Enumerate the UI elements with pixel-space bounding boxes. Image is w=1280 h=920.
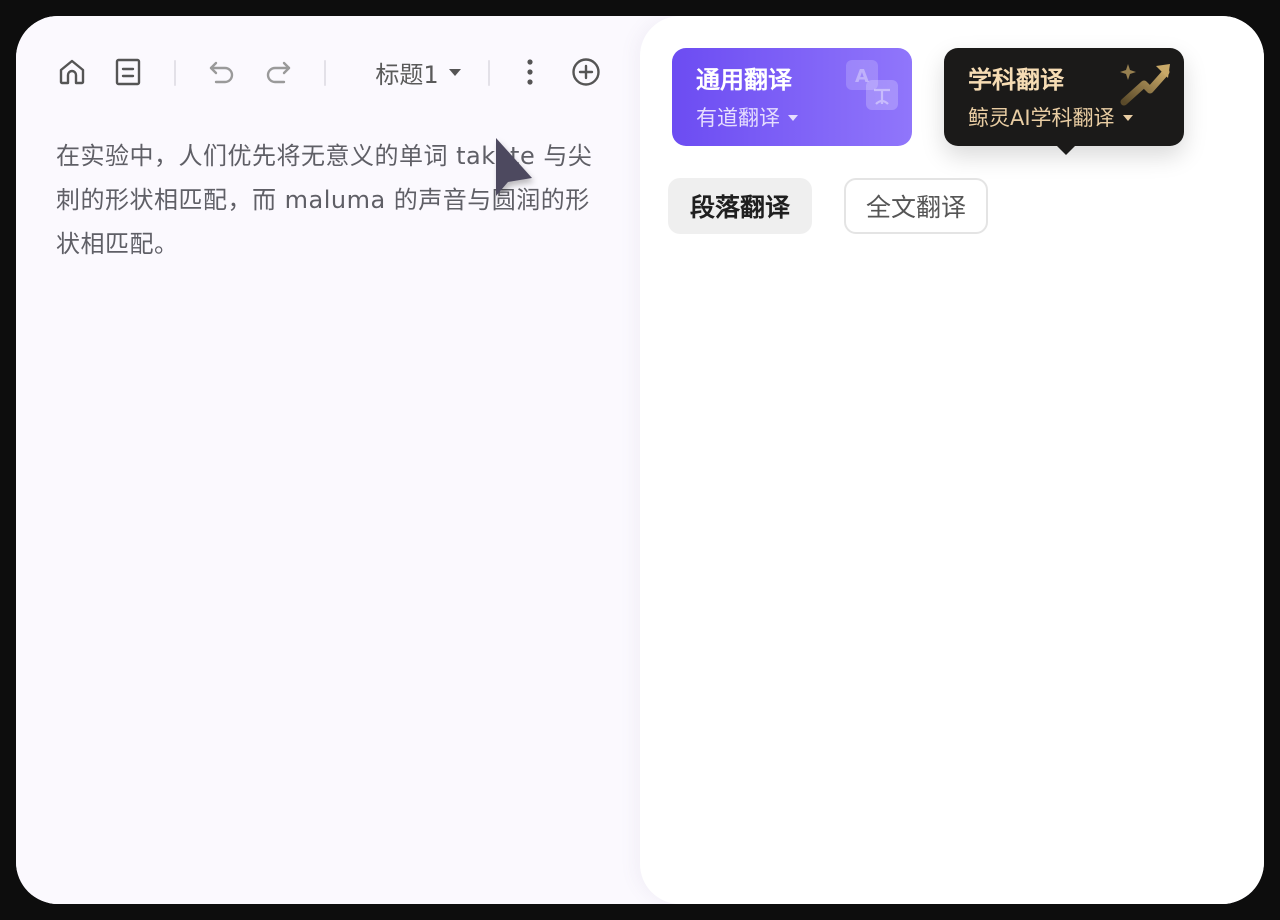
- toolbar-divider: [488, 60, 490, 86]
- translate-panel: 通用翻译 有道翻译 A 学科翻译 鲸灵AI学科翻译 段落翻译 全文翻译: [640, 16, 1264, 904]
- subject-translate-card[interactable]: 学科翻译 鲸灵AI学科翻译: [944, 48, 1184, 155]
- tooltip-pointer: [1056, 145, 1076, 155]
- paragraph-translate-button[interactable]: 段落翻译: [668, 178, 812, 234]
- full-text-translate-button[interactable]: 全文翻译: [844, 178, 988, 234]
- more-vertical-icon[interactable]: [516, 56, 544, 88]
- chevron-down-icon: [1122, 115, 1133, 121]
- translate-badge-icon: A: [842, 58, 902, 120]
- heading-style-select[interactable]: 标题1: [362, 56, 474, 89]
- add-circle-icon[interactable]: [570, 56, 602, 88]
- home-icon[interactable]: [56, 56, 88, 88]
- sparkle-arrow-icon: [1118, 58, 1174, 112]
- undo-icon[interactable]: [206, 56, 238, 88]
- app-frame: 标题1 在实验中，人们优先将无意义的单词 takete 与尖刺的形状相匹配，而 …: [16, 16, 1264, 904]
- heading-style-value: 标题1: [375, 60, 439, 89]
- editor-pane: 标题1 在实验中，人们优先将无意义的单词 takete 与尖刺的形状相匹配，而 …: [16, 16, 640, 904]
- general-engine-label: 有道翻译: [696, 106, 780, 130]
- toolbar-divider: [174, 60, 176, 86]
- redo-icon[interactable]: [262, 56, 294, 88]
- document-icon[interactable]: [112, 56, 144, 88]
- chevron-down-icon: [788, 115, 798, 121]
- chevron-down-icon: [448, 68, 461, 76]
- mouse-pointer-icon: [492, 134, 538, 208]
- toolbar-divider: [324, 60, 326, 86]
- editor-toolbar: 标题1: [56, 56, 616, 89]
- general-translate-card[interactable]: 通用翻译 有道翻译 A: [672, 48, 912, 146]
- subject-engine-label: 鲸灵AI学科翻译: [968, 106, 1115, 130]
